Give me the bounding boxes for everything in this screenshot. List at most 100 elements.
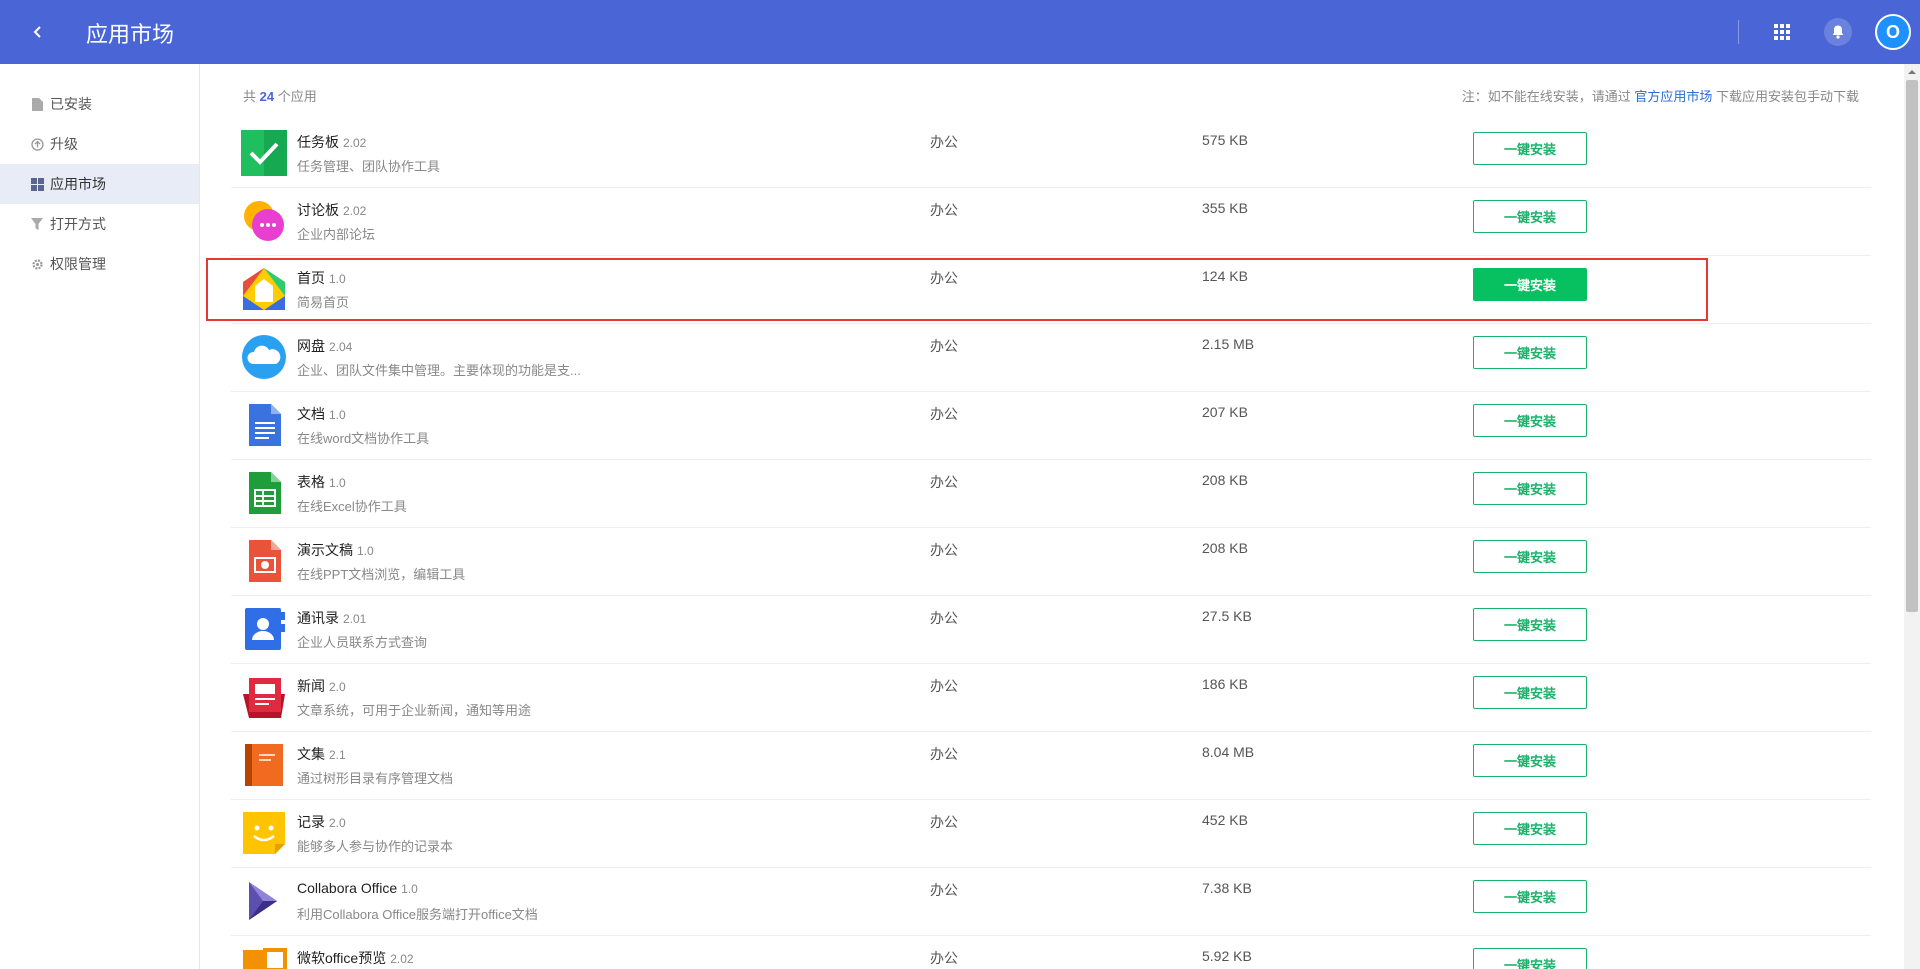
sidebar-item-open-with[interactable]: 打开方式 (0, 204, 199, 244)
app-version: 1.0 (329, 408, 346, 422)
app-version: 2.02 (343, 136, 367, 150)
app-size: 186 KB (1202, 676, 1248, 692)
app-name: 演示文稿 1.0 (297, 540, 374, 560)
app-row-document: 文档 1.0 在线word文档协作工具 办公 207 KB 一键安装 (231, 392, 1871, 460)
sidebar-item-label: 权限管理 (50, 256, 106, 272)
app-count: 24 (259, 89, 275, 104)
app-row-anthology: 文集 2.1 通过树形目录有序管理文档 办公 8.04 MB 一键安装 (231, 732, 1871, 800)
apps-grid-button[interactable] (1770, 20, 1794, 44)
app-size: 27.5 KB (1202, 608, 1252, 624)
app-size: 452 KB (1202, 812, 1248, 828)
install-button[interactable]: 一键安装 (1473, 336, 1587, 369)
app-description: 在线Excel协作工具 (297, 499, 407, 514)
chevron-left-icon (33, 26, 41, 38)
app-list: 任务板 2.02 任务管理、团队协作工具 办公 575 KB 一键安装 讨论板 2.… (231, 120, 1871, 969)
app-title: 演示文稿 (297, 542, 353, 558)
user-avatar[interactable]: O (1875, 14, 1911, 50)
scrollbar-thumb[interactable] (1906, 80, 1918, 612)
app-size: 575 KB (1202, 132, 1248, 148)
app-version: 2.02 (390, 952, 414, 966)
app-category: 办公 (930, 950, 958, 966)
msoffice-icon (243, 948, 287, 969)
app-name: 记录 2.0 (297, 812, 346, 832)
install-button[interactable]: 一键安装 (1473, 948, 1587, 969)
app-name: 文集 2.1 (297, 744, 346, 764)
page-title: 应用市场 (86, 22, 175, 47)
back-button[interactable] (24, 18, 52, 46)
app-row-news: 新闻 2.0 文章系统，可用于企业新闻，通知等用途 办公 186 KB 一键安装 (231, 664, 1871, 732)
app-size: 124 KB (1202, 268, 1248, 284)
app-description: 企业内部论坛 (297, 227, 376, 242)
install-button[interactable]: 一键安装 (1473, 132, 1587, 165)
app-description: 利用Collabora Office服务端打开office文档 (297, 907, 538, 922)
install-button[interactable]: 一键安装 (1473, 200, 1587, 233)
app-row-taskboard: 任务板 2.02 任务管理、团队协作工具 办公 575 KB 一键安装 (231, 120, 1871, 188)
app-row-discussion: 讨论板 2.02 企业内部论坛 办公 355 KB 一键安装 (231, 188, 1871, 256)
scroll-up-arrow-icon[interactable] (1906, 66, 1918, 78)
summary-prefix: 共 (243, 89, 257, 104)
document-icon (249, 404, 281, 446)
install-button[interactable]: 一键安装 (1473, 880, 1587, 913)
app-size: 8.04 MB (1202, 744, 1255, 760)
app-name: 微软office预览 2.02 (297, 948, 414, 968)
app-category: 办公 (930, 814, 958, 830)
app-name: 讨论板 2.02 (297, 200, 366, 220)
sidebar-item-label: 打开方式 (50, 216, 106, 232)
app-title: 首页 (297, 270, 325, 286)
install-button[interactable]: 一键安装 (1473, 472, 1587, 505)
app-category: 办公 (930, 134, 958, 150)
book-icon (245, 744, 283, 786)
app-title: 任务板 (297, 134, 339, 150)
app-version: 1.0 (357, 544, 374, 558)
install-button[interactable]: 一键安装 (1473, 540, 1587, 573)
app-size: 7.38 KB (1202, 880, 1252, 896)
sidebar-item-label: 升级 (50, 136, 78, 152)
install-button[interactable]: 一键安装 (1473, 268, 1587, 301)
app-row-home: 首页 1.0 简易首页 办公 124 KB 一键安装 (231, 256, 1871, 324)
collabora-icon (249, 882, 277, 920)
install-button[interactable]: 一键安装 (1473, 404, 1587, 437)
install-button[interactable]: 一键安装 (1473, 608, 1587, 641)
notifications-button[interactable] (1824, 18, 1852, 46)
app-category: 办公 (930, 406, 958, 422)
sidebar-item-permissions[interactable]: 权限管理 (0, 244, 199, 284)
app-title: 文档 (297, 406, 325, 422)
discussion-icon (244, 201, 284, 241)
app-category: 办公 (930, 610, 958, 626)
install-button[interactable]: 一键安装 (1473, 744, 1587, 777)
app-size: 355 KB (1202, 200, 1248, 216)
app-size: 208 KB (1202, 540, 1248, 556)
bell-icon (1832, 25, 1844, 39)
app-version: 2.04 (329, 340, 353, 354)
official-market-link[interactable]: 官方应用市场 (1634, 89, 1712, 104)
summary-suffix: 个应用 (277, 89, 317, 104)
app-name: 任务板 2.02 (297, 132, 366, 152)
app-title: 记录 (297, 814, 325, 830)
app-row-spreadsheet: 表格 1.0 在线Excel协作工具 办公 208 KB 一键安装 (231, 460, 1871, 528)
app-category: 办公 (930, 678, 958, 694)
app-name: 通讯录 2.01 (297, 608, 366, 628)
upgrade-icon (30, 137, 44, 151)
app-name: 首页 1.0 (297, 268, 346, 288)
sidebar-item-installed[interactable]: 已安装 (0, 84, 199, 124)
app-name: 新闻 2.0 (297, 676, 346, 696)
app-title: 讨论板 (297, 202, 339, 218)
news-icon (243, 678, 285, 718)
app-category: 办公 (930, 882, 958, 898)
app-category: 办公 (930, 542, 958, 558)
app-name: 文档 1.0 (297, 404, 346, 424)
home-icon (243, 268, 285, 310)
app-description: 企业、团队文件集中管理。主要体现的功能是支... (297, 363, 581, 378)
note-suffix: 下载应用安装包手动下载 (1715, 89, 1859, 104)
app-title: 表格 (297, 474, 325, 490)
sidebar-item-app-market[interactable]: 应用市场 (0, 164, 199, 204)
app-title: 网盘 (297, 338, 325, 354)
app-name: 网盘 2.04 (297, 336, 352, 356)
install-button[interactable]: 一键安装 (1473, 676, 1587, 709)
sidebar-item-upgrade[interactable]: 升级 (0, 124, 199, 164)
app-title: 微软office预览 (297, 950, 387, 966)
app-version: 1.0 (329, 272, 346, 286)
app-description: 在线PPT文档浏览，编辑工具 (297, 567, 466, 582)
install-button[interactable]: 一键安装 (1473, 812, 1587, 845)
sidebar-item-label: 已安装 (50, 96, 92, 112)
